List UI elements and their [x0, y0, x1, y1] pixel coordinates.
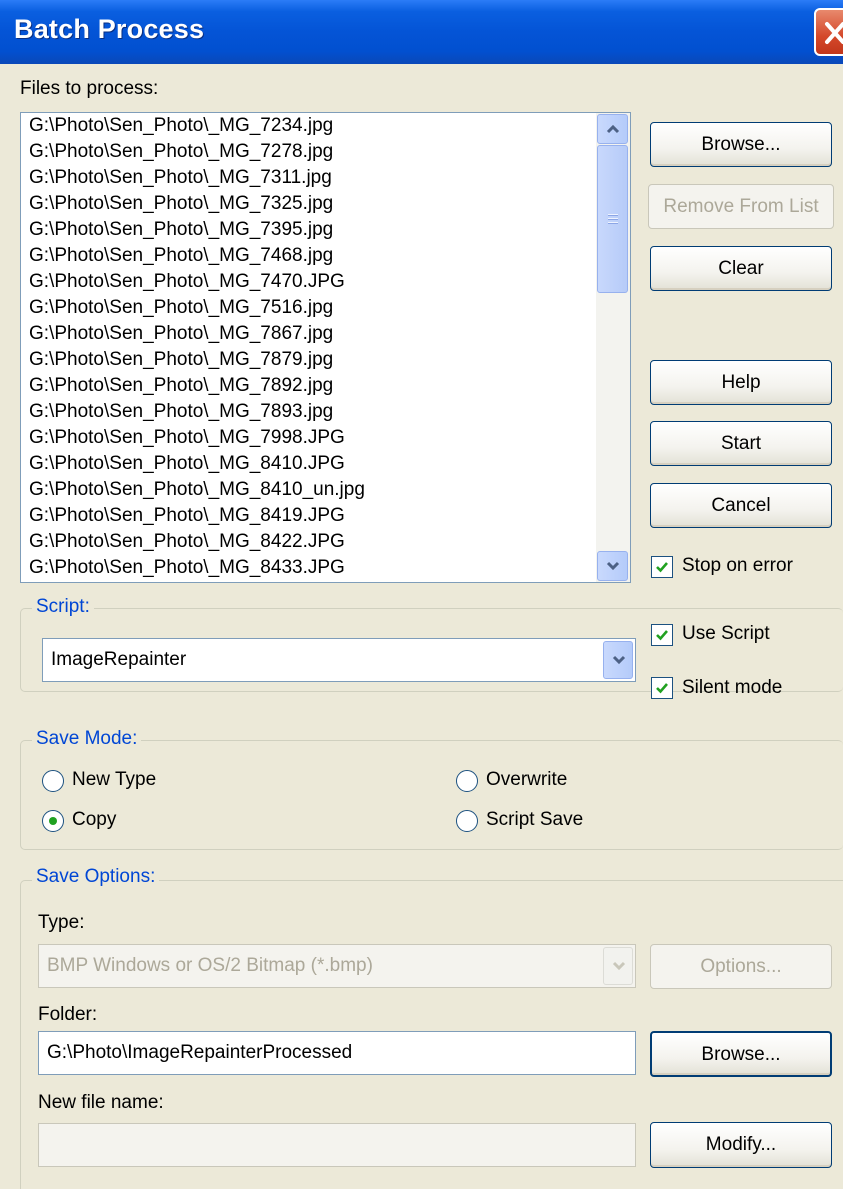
folder-input[interactable]: G:\Photo\ImageRepainterProcessed — [38, 1031, 636, 1075]
folder-browse-button[interactable]: Browse... — [650, 1031, 832, 1077]
file-list-item[interactable]: G:\Photo\Sen_Photo\_MG_7325.jpg — [21, 191, 597, 217]
type-dropdown-button[interactable] — [603, 947, 633, 985]
close-icon — [825, 22, 843, 44]
copy-label: Copy — [72, 809, 117, 830]
scroll-thumb[interactable] — [597, 145, 628, 293]
overwrite-radio[interactable] — [456, 770, 478, 792]
type-selected-value: BMP Windows or OS/2 Bitmap (*.bmp) — [47, 955, 373, 976]
save-mode-group — [20, 740, 843, 850]
new-type-label: New Type — [72, 769, 157, 790]
scroll-down-icon — [606, 561, 620, 571]
scroll-up-icon — [606, 124, 620, 134]
checkmark-icon — [656, 562, 668, 573]
script-selected-value: ImageRepainter — [51, 649, 187, 670]
file-list-item[interactable]: G:\Photo\Sen_Photo\_MG_7470.JPG — [21, 269, 597, 295]
folder-label: Folder: — [38, 1004, 98, 1025]
dropdown-arrow-icon — [612, 655, 626, 665]
start-button[interactable]: Start — [650, 421, 832, 466]
save-mode-group-title: Save Mode: — [32, 728, 142, 750]
file-list[interactable]: G:\Photo\Sen_Photo\_MG_7234.jpg G:\Photo\… — [20, 112, 631, 583]
clear-button[interactable]: Clear — [650, 246, 832, 291]
save-options-group-title: Save Options: — [32, 866, 160, 888]
script-save-label: Script Save — [486, 809, 584, 830]
silent-mode-label: Silent mode — [682, 677, 783, 698]
use-script-label: Use Script — [682, 623, 770, 644]
file-list-item[interactable]: G:\Photo\Sen_Photo\_MG_7234.jpg — [21, 113, 597, 139]
use-script-checkbox[interactable] — [651, 624, 673, 646]
scroll-grip-icon — [608, 214, 618, 224]
file-list-item[interactable]: G:\Photo\Sen_Photo\_MG_7893.jpg — [21, 399, 597, 425]
file-list-item[interactable]: G:\Photo\Sen_Photo\_MG_7998.JPG — [21, 425, 597, 451]
remove-from-list-button[interactable]: Remove From List — [648, 184, 834, 229]
file-list-item[interactable]: G:\Photo\Sen_Photo\_MG_8410_un.jpg — [21, 477, 597, 503]
script-group-title: Script: — [32, 596, 94, 618]
browse-files-button[interactable]: Browse... — [650, 122, 832, 167]
new-file-name-label: New file name: — [38, 1092, 164, 1113]
script-select[interactable]: ImageRepainter — [42, 638, 636, 682]
file-list-item[interactable]: G:\Photo\Sen_Photo\_MG_8410.JPG — [21, 451, 597, 477]
title-bar[interactable]: Batch Process — [0, 0, 843, 64]
file-list-item[interactable]: G:\Photo\Sen_Photo\_MG_7278.jpg — [21, 139, 597, 165]
checkmark-icon — [656, 630, 668, 641]
copy-radio[interactable] — [42, 810, 64, 832]
file-list-item[interactable]: G:\Photo\Sen_Photo\_MG_8419.JPG — [21, 503, 597, 529]
script-dropdown-button[interactable] — [603, 641, 633, 679]
file-list-item[interactable]: G:\Photo\Sen_Photo\_MG_7468.jpg — [21, 243, 597, 269]
vertical-scrollbar[interactable] — [596, 113, 630, 582]
new-type-radio[interactable] — [42, 770, 64, 792]
files-to-process-label: Files to process: — [20, 78, 159, 99]
type-select[interactable]: BMP Windows or OS/2 Bitmap (*.bmp) — [38, 944, 636, 988]
file-list-item[interactable]: G:\Photo\Sen_Photo\_MG_7395.jpg — [21, 217, 597, 243]
modify-button[interactable]: Modify... — [650, 1122, 832, 1168]
cancel-button[interactable]: Cancel — [650, 483, 832, 528]
silent-mode-checkbox[interactable] — [651, 677, 673, 699]
options-button[interactable]: Options... — [650, 944, 832, 989]
new-file-name-input[interactable] — [38, 1123, 636, 1167]
file-list-items[interactable]: G:\Photo\Sen_Photo\_MG_7234.jpg G:\Photo\… — [21, 113, 597, 582]
overwrite-label: Overwrite — [486, 769, 568, 790]
radio-selected-dot — [49, 817, 57, 825]
file-list-item[interactable]: G:\Photo\Sen_Photo\_MG_8422.JPG — [21, 529, 597, 555]
stop-on-error-checkbox[interactable] — [651, 556, 673, 578]
file-list-item[interactable]: G:\Photo\Sen_Photo\_MG_7879.jpg — [21, 347, 597, 373]
scroll-down-button[interactable] — [597, 551, 628, 581]
stop-on-error-label: Stop on error — [682, 555, 793, 576]
checkmark-icon — [656, 683, 668, 694]
file-list-item[interactable]: G:\Photo\Sen_Photo\_MG_7516.jpg — [21, 295, 597, 321]
file-list-item[interactable]: G:\Photo\Sen_Photo\_MG_7311.jpg — [21, 165, 597, 191]
file-list-item[interactable]: G:\Photo\Sen_Photo\_MG_8433.JPG — [21, 555, 597, 581]
file-list-item[interactable]: G:\Photo\Sen_Photo\_MG_7892.jpg — [21, 373, 597, 399]
scroll-up-button[interactable] — [597, 114, 628, 144]
close-button[interactable] — [814, 8, 843, 56]
dropdown-arrow-icon — [612, 961, 626, 971]
window-title: Batch Process — [14, 14, 205, 44]
type-label: Type: — [38, 912, 85, 933]
file-list-item[interactable]: G:\Photo\Sen_Photo\_MG_7867.jpg — [21, 321, 597, 347]
help-button[interactable]: Help — [650, 360, 832, 405]
script-save-radio[interactable] — [456, 810, 478, 832]
